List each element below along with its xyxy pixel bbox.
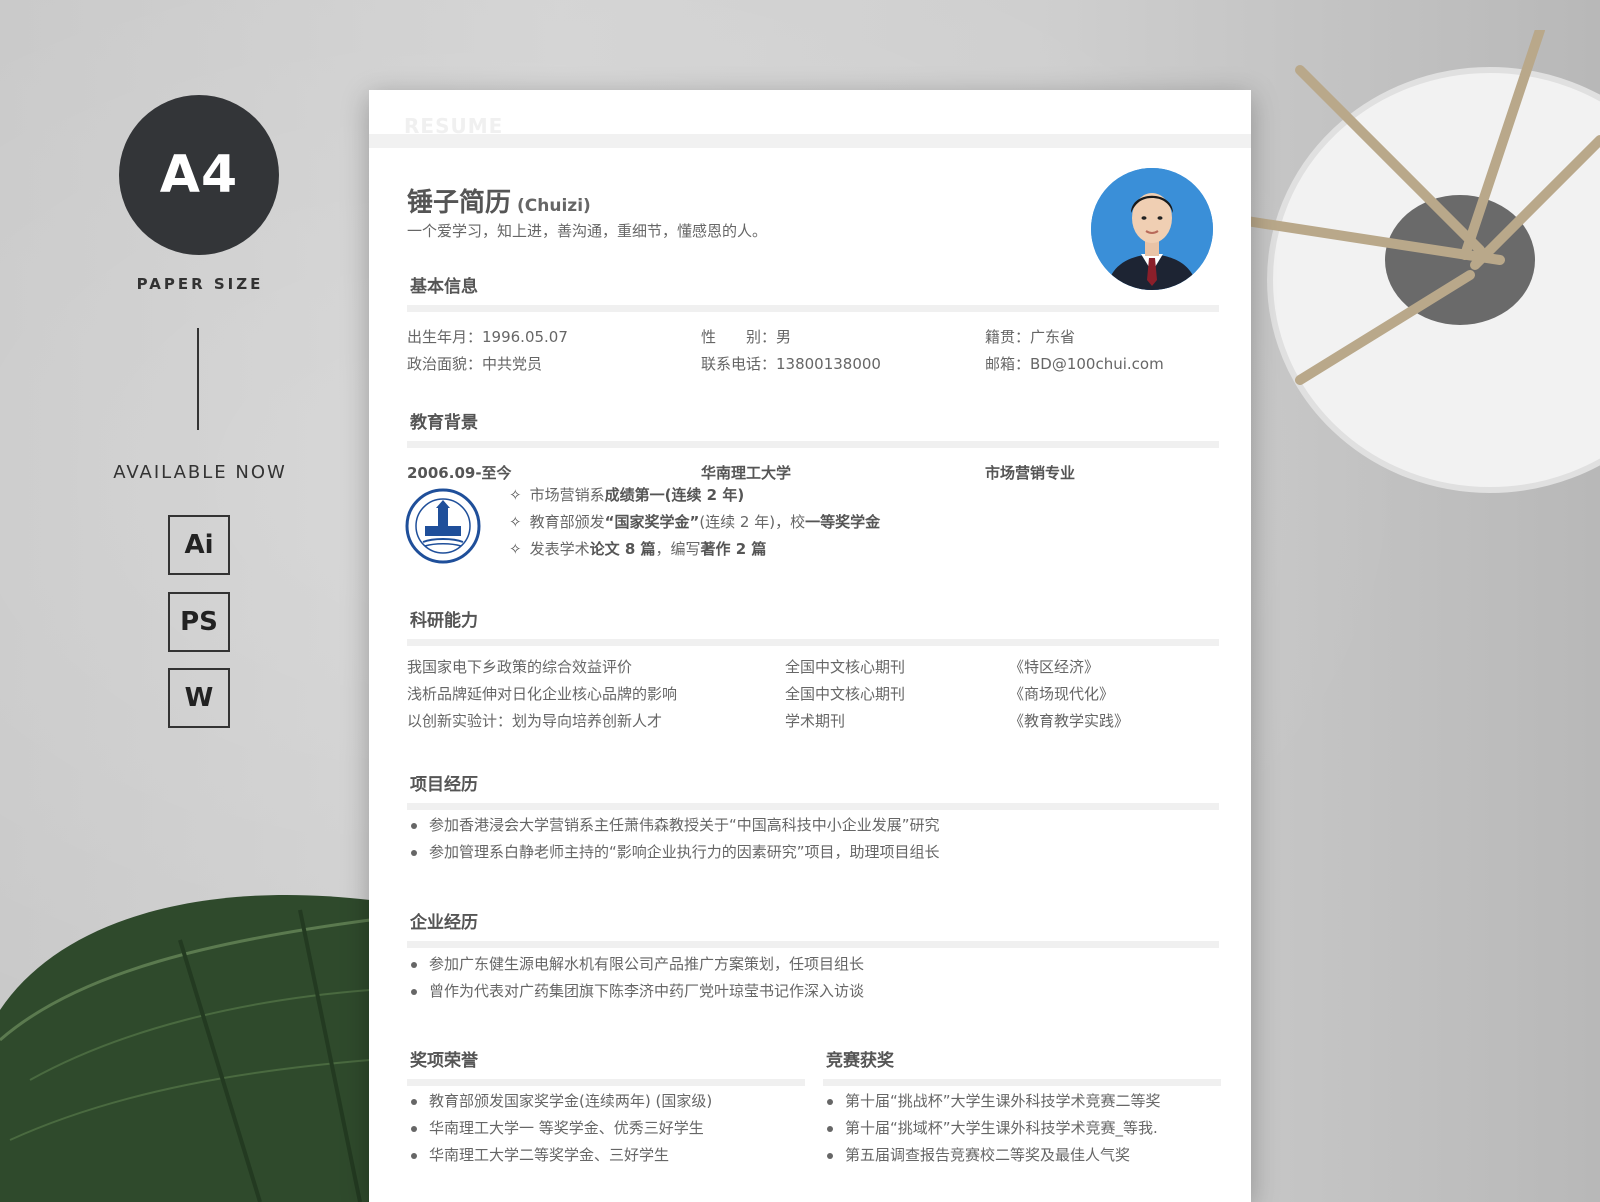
available-now-label: AVAILABLE NOW [113, 462, 287, 483]
section-title-research: 科研能力 [410, 611, 478, 631]
research-journal: 《教育教学实践》 [1009, 712, 1130, 730]
research-journal: 《特区经济》 [1009, 658, 1100, 676]
education-period: 2006.09-至今 [407, 464, 512, 482]
edu-text: ，编写 [655, 540, 701, 558]
edu-text: 发表学术 [529, 540, 590, 558]
honors-list: 教育部颁发国家奖学金(连续两年) (国家级) 华南理工大学一 等奖学金、优秀三好… [407, 1088, 712, 1169]
section-bar [407, 803, 1219, 810]
candidate-name: 锤子简历 [407, 188, 512, 218]
leaf-decoration [0, 894, 380, 1202]
section-research: 科研能力 [407, 606, 1219, 646]
resume-watermark: RESUME [404, 114, 504, 138]
format-w-label: W [184, 683, 214, 713]
section-projects: 项目经历 [407, 770, 1219, 810]
info-phone: 联系电话：13800138000 [701, 355, 881, 373]
candidate-motto: 一个爱学习，知上进，善沟通，重细节，懂感恩的人。 [407, 222, 768, 240]
a4-label: A4 [159, 145, 239, 205]
section-bar [407, 305, 1219, 312]
edu-text: (连续 2 年)，校 [699, 513, 806, 531]
education-highlights: ✧ 市场营销系成绩第一(连续 2 年) ✧ 教育部颁发“国家奖学金”(连续 2 年)… [509, 482, 880, 563]
competitions-list: 第十届“挑战杯”大学生课外科技学术竞赛二等奖 第十届“挑域杯”大学生课外科技学术… [823, 1088, 1161, 1169]
star-icon: ✧ [509, 513, 522, 531]
research-level: 全国中文核心期刊 [785, 685, 906, 703]
list-item: 曾作为代表对广药集团旗下陈李济中药厂党叶琼莹书记作深入访谈 [407, 978, 864, 1005]
section-bar [407, 639, 1219, 646]
list-item: 参加广东健生源电解水机有限公司产品推广方案策划，任项目组长 [407, 951, 864, 978]
edu-highlight: 著作 2 篇 [700, 540, 767, 558]
format-ps-badge: PS [168, 592, 230, 652]
research-paper: 浅析品牌延伸对日化企业核心品牌的影响 [407, 685, 678, 703]
edu-highlight: 一等奖学金 [805, 513, 881, 531]
star-icon: ✧ [509, 540, 522, 558]
section-title-education: 教育背景 [410, 413, 478, 433]
info-native: 籍贯：广东省 [985, 328, 1076, 346]
info-birth: 出生年月：1996.05.07 [407, 328, 568, 346]
info-gender: 性 别：男 [701, 328, 792, 346]
education-school: 华南理工大学 [701, 464, 792, 482]
section-bar [407, 941, 1219, 948]
edu-highlight: “国家奖学金” [604, 513, 700, 531]
section-title-basic: 基本信息 [410, 277, 478, 297]
section-title-competitions: 竞赛获奖 [826, 1051, 894, 1071]
a4-badge: A4 [119, 95, 279, 255]
list-item: ✧ 市场营销系成绩第一(连续 2 年) [509, 482, 880, 509]
list-item: 华南理工大学二等奖学金、三好学生 [407, 1142, 712, 1169]
education-major: 市场营销专业 [985, 464, 1076, 482]
format-ai-badge: Ai [168, 515, 230, 575]
list-item: ✧ 发表学术论文 8 篇，编写著作 2 篇 [509, 536, 880, 563]
resume-paper: RESUME 锤子简历 (Chuizi) 一个爱学习，知上进，善沟通，重细节，懂… [369, 90, 1251, 1202]
list-item: 华南理工大学一 等奖学金、优秀三好学生 [407, 1115, 712, 1142]
section-enterprise: 企业经历 [407, 908, 1219, 948]
paper-size-label: PAPER SIZE [136, 275, 264, 293]
section-title-enterprise: 企业经历 [410, 913, 478, 933]
section-education: 教育背景 [407, 408, 1219, 448]
info-politics: 政治面貌：中共党员 [407, 355, 543, 373]
edu-text: 教育部颁发 [529, 513, 605, 531]
list-item: 第十届“挑战杯”大学生课外科技学术竞赛二等奖 [823, 1088, 1161, 1115]
research-level: 学术期刊 [785, 712, 846, 730]
candidate-name-en: (Chuizi) [517, 196, 591, 216]
university-seal-icon [405, 488, 481, 564]
section-honors: 奖项荣誉 [407, 1046, 805, 1086]
vase-decoration [1240, 30, 1600, 493]
edu-highlight: 论文 8 篇 [589, 540, 656, 558]
edu-text: 市场营销系 [529, 486, 605, 504]
format-w-badge: W [168, 668, 230, 728]
list-item: 参加香港浸会大学营销系主任萧伟森教授关于“中国高科技中小企业发展”研究 [407, 812, 940, 839]
info-email: 邮箱：BD@100chui.com [985, 355, 1164, 373]
list-item: 教育部颁发国家奖学金(连续两年) (国家级) [407, 1088, 712, 1115]
research-journal: 《商场现代化》 [1009, 685, 1115, 703]
section-bar [407, 441, 1219, 448]
list-item: 第十届“挑域杯”大学生课外科技学术竞赛_等我. [823, 1115, 1161, 1142]
projects-list: 参加香港浸会大学营销系主任萧伟森教授关于“中国高科技中小企业发展”研究 参加管理… [407, 812, 940, 866]
section-competitions: 竞赛获奖 [823, 1046, 1221, 1086]
list-item: 第五届调查报告竞赛校二等奖及最佳人气奖 [823, 1142, 1161, 1169]
list-item: ✧ 教育部颁发“国家奖学金”(连续 2 年)，校一等奖学金 [509, 509, 880, 536]
name-line: 锤子简历 (Chuizi) [407, 182, 591, 219]
enterprise-list: 参加广东健生源电解水机有限公司产品推广方案策划，任项目组长 曾作为代表对广药集团… [407, 951, 864, 1005]
format-ai-label: Ai [184, 530, 214, 560]
section-title-honors: 奖项荣誉 [410, 1051, 478, 1071]
section-basic-info: 基本信息 [407, 272, 1219, 312]
research-paper: 以创新实验计：划为导向培养创新人才 [407, 712, 663, 730]
section-bar [407, 1079, 805, 1086]
format-ps-label: PS [180, 607, 218, 637]
star-icon: ✧ [509, 486, 522, 504]
list-item: 参加管理系白静老师主持的“影响企业执行力的因素研究”项目，助理项目组长 [407, 839, 940, 866]
research-level: 全国中文核心期刊 [785, 658, 906, 676]
research-paper: 我国家电下乡政策的综合效益评价 [407, 658, 633, 676]
divider-line [197, 328, 199, 430]
section-title-projects: 项目经历 [410, 775, 478, 795]
edu-highlight: 成绩第一(连续 2 年) [604, 486, 745, 504]
section-bar [823, 1079, 1221, 1086]
